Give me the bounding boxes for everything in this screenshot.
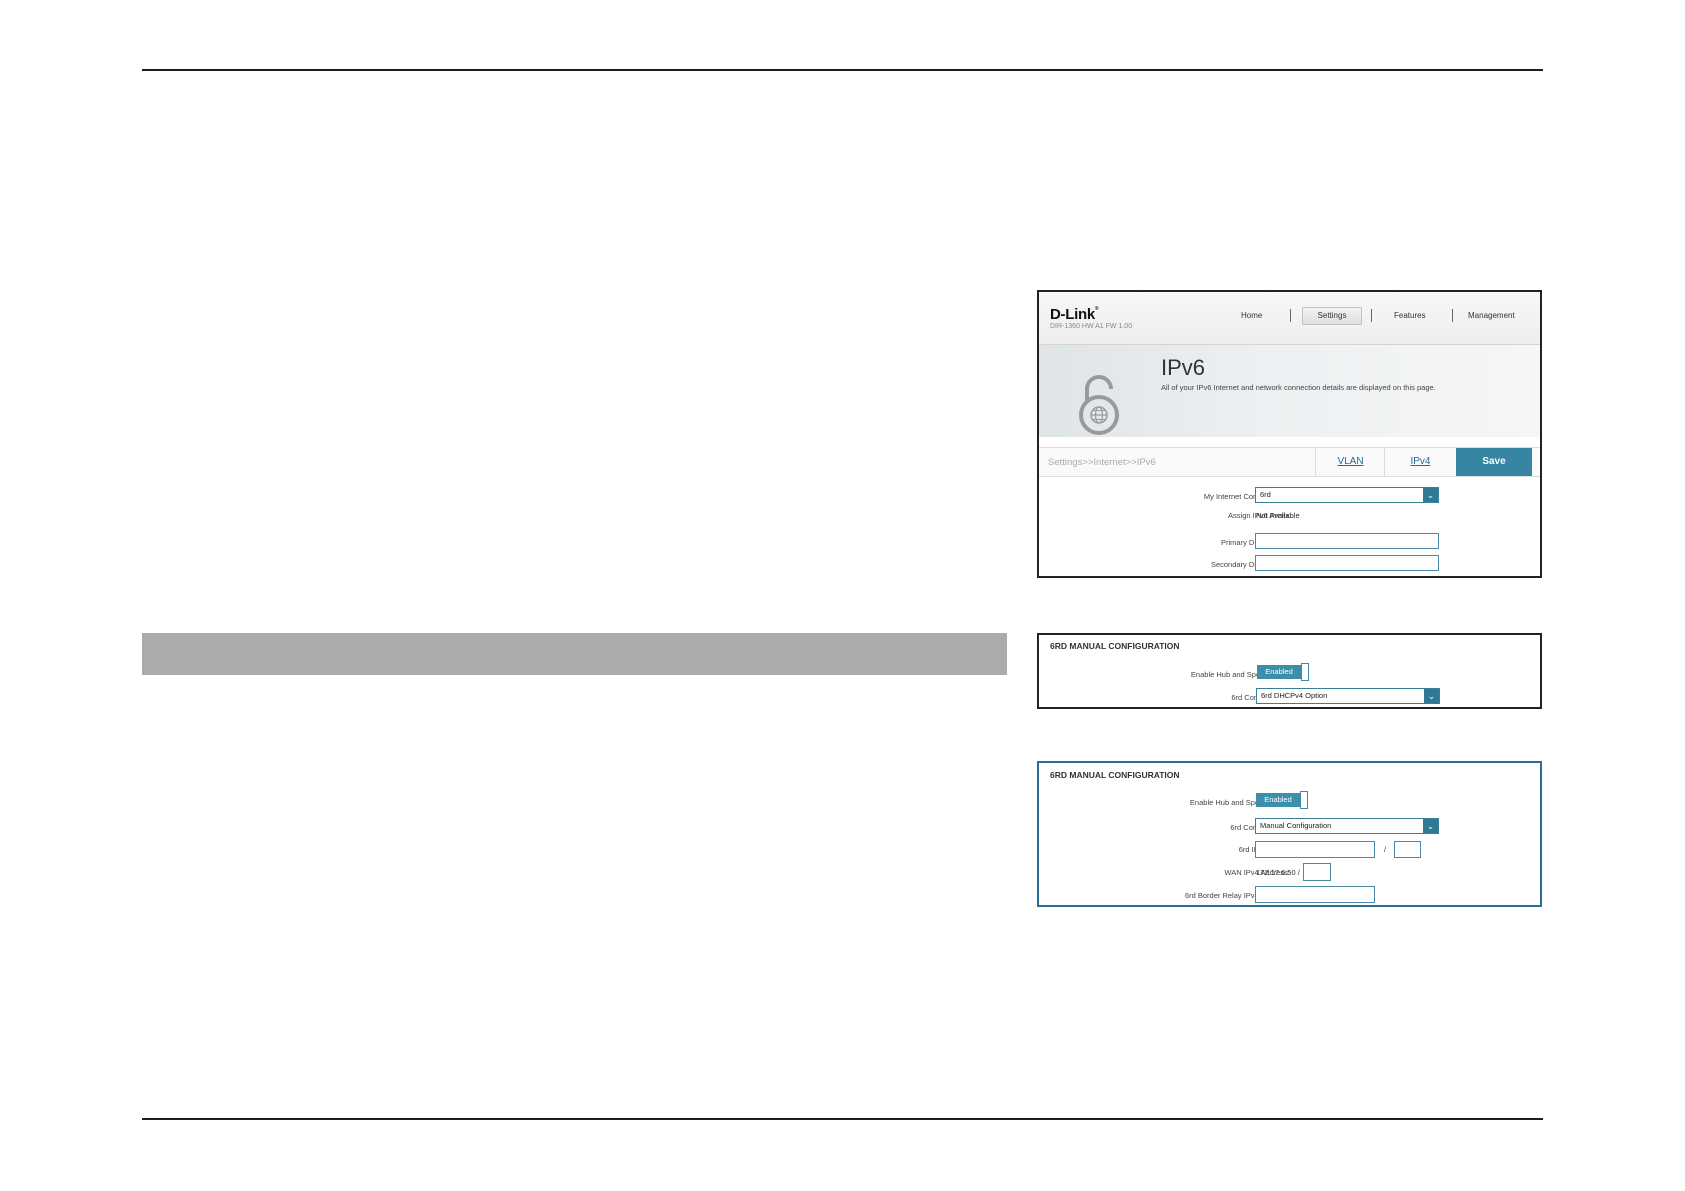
section-heading-bar — [142, 633, 1007, 675]
nav-management[interactable]: Management — [1468, 311, 1515, 320]
page-hero: IPv6 All of your IPv6 Internet and netwo… — [1039, 345, 1540, 437]
chevron-down-icon: ⌄ — [1423, 488, 1438, 502]
toggle-knob — [1300, 791, 1308, 809]
border-relay-input[interactable] — [1255, 886, 1375, 903]
ipv6-settings-screenshot: D-Link® DIR-1360 HW A1 FW 1.00 Home Sett… — [1037, 290, 1542, 578]
6rd-config-select[interactable]: 6rd DHCPv4 Option ⌄ — [1256, 688, 1440, 704]
wan-ipv4-value: 172.17.6.50 / — [1256, 868, 1300, 877]
prefix-separator: / — [1384, 845, 1387, 854]
chevron-down-icon: ⌄ — [1423, 819, 1438, 833]
breadcrumb: Settings>>Internet>>IPv6 — [1048, 457, 1156, 468]
bottom-rule — [142, 1118, 1543, 1120]
vlan-link[interactable]: VLAN — [1315, 448, 1385, 476]
6rd-config-value: Manual Configuration — [1260, 821, 1332, 830]
section-title: 6RD MANUAL CONFIGURATION — [1050, 770, 1180, 780]
breadcrumb-bar: Settings>>Internet>>IPv6 VLAN IPv4 Save — [1039, 447, 1540, 477]
ipv4-link[interactable]: IPv4 — [1384, 448, 1456, 476]
page-title: IPv6 — [1161, 355, 1206, 380]
toggle-knob — [1301, 663, 1309, 681]
nav-divider — [1371, 309, 1372, 322]
nav-home[interactable]: Home — [1241, 311, 1262, 320]
chevron-down-icon: ⌄ — [1424, 689, 1439, 703]
top-header: D-Link® DIR-1360 HW A1 FW 1.00 Home Sett… — [1039, 292, 1540, 345]
nav-settings[interactable]: Settings — [1302, 307, 1362, 325]
toggle-state: Enabled — [1257, 665, 1301, 679]
wan-ipv4-mask-input[interactable] — [1303, 863, 1331, 881]
hub-spoke-toggle[interactable]: Enabled — [1257, 663, 1311, 681]
section-title: 6RD MANUAL CONFIGURATION — [1050, 641, 1180, 651]
save-button[interactable]: Save — [1456, 448, 1532, 476]
hub-spoke-toggle[interactable]: Enabled — [1256, 791, 1310, 809]
6rd-config-select[interactable]: Manual Configuration ⌄ — [1255, 818, 1439, 834]
primary-dns-input[interactable] — [1255, 533, 1439, 549]
model-info: DIR-1360 HW A1 FW 1.00 — [1050, 323, 1133, 330]
connection-type-select[interactable]: 6rd ⌄ — [1255, 487, 1439, 503]
ipv6-prefix-value: Not Available — [1256, 511, 1300, 520]
6rd-prefix-input[interactable] — [1255, 841, 1375, 858]
6rd-manual-screenshot: 6RD MANUAL CONFIGURATION Enable Hub and … — [1037, 761, 1542, 907]
toggle-state: Enabled — [1256, 793, 1300, 807]
6rd-dhcpv4-screenshot: 6RD MANUAL CONFIGURATION Enable Hub and … — [1037, 633, 1542, 709]
padlock-globe-icon — [1077, 375, 1125, 435]
6rd-config-value: 6rd DHCPv4 Option — [1261, 691, 1328, 700]
nav-divider — [1290, 309, 1291, 322]
connection-type-value: 6rd — [1260, 490, 1271, 499]
dlink-logo: D-Link® — [1050, 306, 1099, 323]
nav-divider — [1452, 309, 1453, 322]
top-rule — [142, 69, 1543, 71]
nav-features[interactable]: Features — [1394, 311, 1426, 320]
page-description: All of your IPv6 Internet and network co… — [1161, 383, 1436, 392]
secondary-dns-input[interactable] — [1255, 555, 1439, 571]
6rd-prefix-length-input[interactable] — [1394, 841, 1421, 858]
